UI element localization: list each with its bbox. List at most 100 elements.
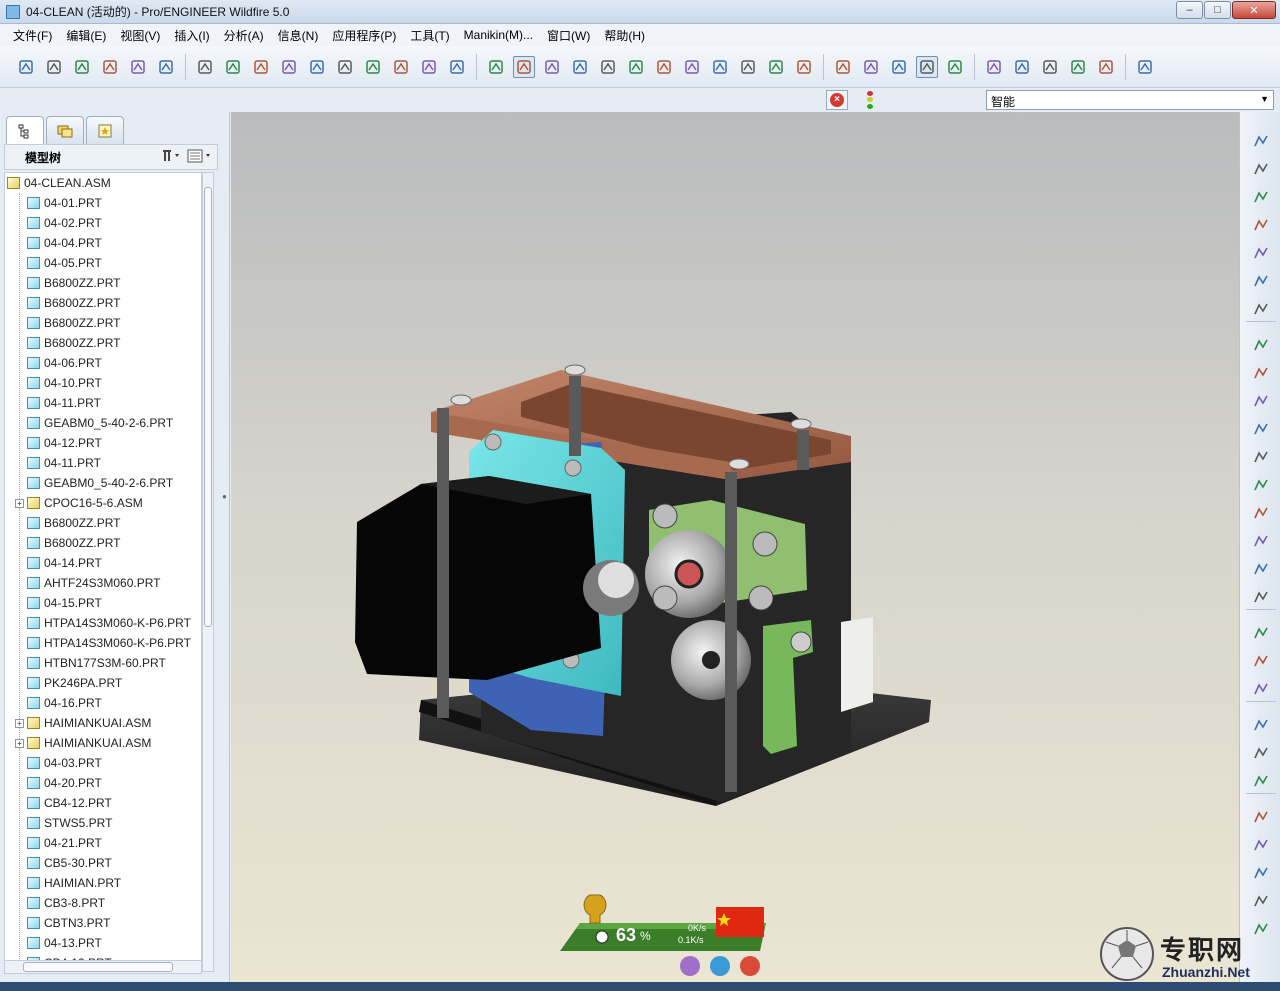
tree-item[interactable]: 04-14.PRT	[27, 553, 102, 573]
tree-item[interactable]: STWS5.PRT	[27, 813, 112, 833]
selection-filter-select[interactable]: 智能 ▼	[986, 90, 1274, 110]
panel-splitter[interactable]: ●	[222, 492, 230, 504]
email-link-button[interactable]	[155, 56, 177, 78]
tree-item[interactable]: 04-20.PRT	[27, 773, 102, 793]
menu-item[interactable]: 帮助(H)	[597, 27, 652, 44]
shirt-icon[interactable]	[710, 956, 730, 976]
close-button[interactable]: ✕	[1232, 1, 1276, 19]
tree-item[interactable]: B6800ZZ.PRT	[27, 273, 120, 293]
hidden-line-button[interactable]	[860, 56, 882, 78]
sketched-curve-button[interactable]	[1249, 130, 1273, 152]
offset-button[interactable]	[1249, 834, 1273, 856]
tree-item[interactable]: CB5-30.PRT	[27, 853, 112, 873]
round-button[interactable]	[1249, 558, 1273, 580]
group-button[interactable]	[1249, 390, 1273, 412]
tree-item[interactable]: GEABM0_5-40-2-6.PRT	[27, 413, 173, 433]
tree-vertical-scrollbar[interactable]	[202, 172, 214, 972]
copy-button[interactable]	[278, 56, 300, 78]
rib-button[interactable]	[1249, 678, 1273, 700]
datum-point-button[interactable]	[1249, 242, 1273, 264]
menu-item[interactable]: 窗口(W)	[540, 27, 597, 44]
menu-item[interactable]: 应用程序(P)	[325, 27, 403, 44]
tree-item[interactable]: + HAIMIANKUAI.ASM	[15, 713, 151, 733]
trophy-icon[interactable]	[740, 956, 760, 976]
saved-views-button[interactable]	[737, 56, 759, 78]
thicken-button[interactable]	[1249, 862, 1273, 884]
view-manager-button[interactable]	[793, 56, 815, 78]
tree-item[interactable]: 04-15.PRT	[27, 593, 102, 613]
zoom-out-button[interactable]	[653, 56, 675, 78]
tree-item[interactable]: 04-12.PRT	[27, 433, 102, 453]
wireframe-button[interactable]	[832, 56, 854, 78]
shading-button[interactable]	[916, 55, 938, 78]
undo-button[interactable]	[194, 56, 216, 78]
tree-item[interactable]: CB3-8.PRT	[27, 893, 105, 913]
expand-icon[interactable]: +	[15, 498, 24, 508]
datum-display-button[interactable]	[485, 56, 507, 78]
tree-item[interactable]: B6800ZZ.PRT	[27, 513, 120, 533]
tree-item[interactable]: HTPA14S3M060-K-P6.PRT	[27, 633, 191, 653]
datum-axis-button[interactable]	[1011, 56, 1033, 78]
tree-item[interactable]: 04-11.PRT	[27, 393, 101, 413]
edit-button[interactable]	[1249, 334, 1273, 356]
datum-point-button[interactable]	[1039, 56, 1061, 78]
merge-button[interactable]	[1249, 742, 1273, 764]
tree-item[interactable]: 04-01.PRT	[27, 193, 102, 213]
chamfer-button[interactable]	[1249, 586, 1273, 608]
tree-item[interactable]: B6800ZZ.PRT	[27, 293, 120, 313]
model-tree-tab[interactable]	[6, 116, 44, 144]
show-columns-icon[interactable]	[187, 148, 213, 166]
coord-sys-button[interactable]	[1249, 270, 1273, 292]
redo-button[interactable]	[222, 56, 244, 78]
layers-button[interactable]	[765, 56, 787, 78]
menu-item[interactable]: 插入(I)	[167, 27, 216, 44]
tree-item[interactable]: AHTF24S3M060.PRT	[27, 573, 161, 593]
select-box-button[interactable]	[446, 56, 468, 78]
save-button[interactable]	[71, 56, 93, 78]
tree-root[interactable]: 04-CLEAN.ASM	[7, 173, 111, 193]
datum-points-button[interactable]	[541, 56, 563, 78]
settings-icon[interactable]	[161, 148, 181, 166]
datum-plane-button[interactable]	[983, 56, 1005, 78]
no-hidden-button[interactable]	[888, 56, 910, 78]
expand-icon[interactable]: +	[15, 738, 24, 748]
email-button[interactable]	[127, 56, 149, 78]
tree-item[interactable]: 04-05.PRT	[27, 253, 102, 273]
tree-item[interactable]: CBTN3.PRT	[27, 913, 110, 933]
menu-item[interactable]: 文件(F)	[6, 27, 59, 44]
datum-axes-button[interactable]	[513, 55, 535, 78]
regen-manager-button[interactable]	[390, 56, 412, 78]
stop-regeneration-button[interactable]: ×	[826, 90, 848, 110]
dice-icon[interactable]	[680, 956, 700, 976]
expand-icon[interactable]: +	[15, 718, 24, 728]
regenerate-button[interactable]	[362, 56, 384, 78]
datum-curve-button[interactable]	[1249, 214, 1273, 236]
trim-button[interactable]	[1249, 770, 1273, 792]
print-button[interactable]	[99, 56, 121, 78]
mirror-button[interactable]	[1249, 714, 1273, 736]
tree-item[interactable]: HTBN177S3M-60.PRT	[27, 653, 166, 673]
spin-button[interactable]	[597, 56, 619, 78]
tree-item[interactable]: 04-04.PRT	[27, 233, 102, 253]
sketch-button[interactable]	[1095, 56, 1117, 78]
tree-item[interactable]: 04-02.PRT	[27, 213, 102, 233]
tree-item[interactable]: 04-21.PRT	[27, 833, 102, 853]
menu-item[interactable]: 视图(V)	[113, 27, 167, 44]
tree-item[interactable]: HTPA14S3M060-K-P6.PRT	[27, 613, 191, 633]
menu-item[interactable]: 信息(N)	[271, 27, 326, 44]
scrollbar-thumb[interactable]	[23, 962, 173, 972]
draft-button[interactable]	[1249, 622, 1273, 644]
new-button[interactable]	[15, 56, 37, 78]
menu-item[interactable]: 编辑(E)	[59, 27, 113, 44]
folder-browser-tab[interactable]	[46, 116, 84, 144]
tree-item[interactable]: 04-10.PRT	[27, 373, 102, 393]
menu-item[interactable]: 分析(A)	[217, 27, 271, 44]
datum-plane-button[interactable]	[1249, 158, 1273, 180]
tree-item[interactable]: + CPOC16-5-6.ASM	[15, 493, 143, 513]
tree-item[interactable]: B6800ZZ.PRT	[27, 333, 120, 353]
shell-button[interactable]	[1249, 650, 1273, 672]
extend-button[interactable]	[1249, 806, 1273, 828]
sweep-button[interactable]	[1249, 474, 1273, 496]
paste-button[interactable]	[306, 56, 328, 78]
tree-item[interactable]: 04-06.PRT	[27, 353, 102, 373]
